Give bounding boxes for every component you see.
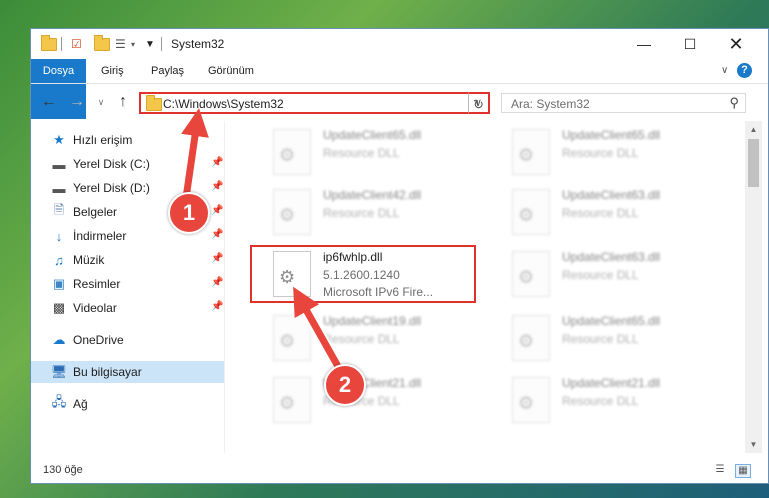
step-1-badge: 1 [168, 192, 210, 234]
annotation-arrows [180, 108, 345, 373]
arrow-2 [293, 286, 344, 372]
step-2-badge: 2 [324, 364, 366, 406]
